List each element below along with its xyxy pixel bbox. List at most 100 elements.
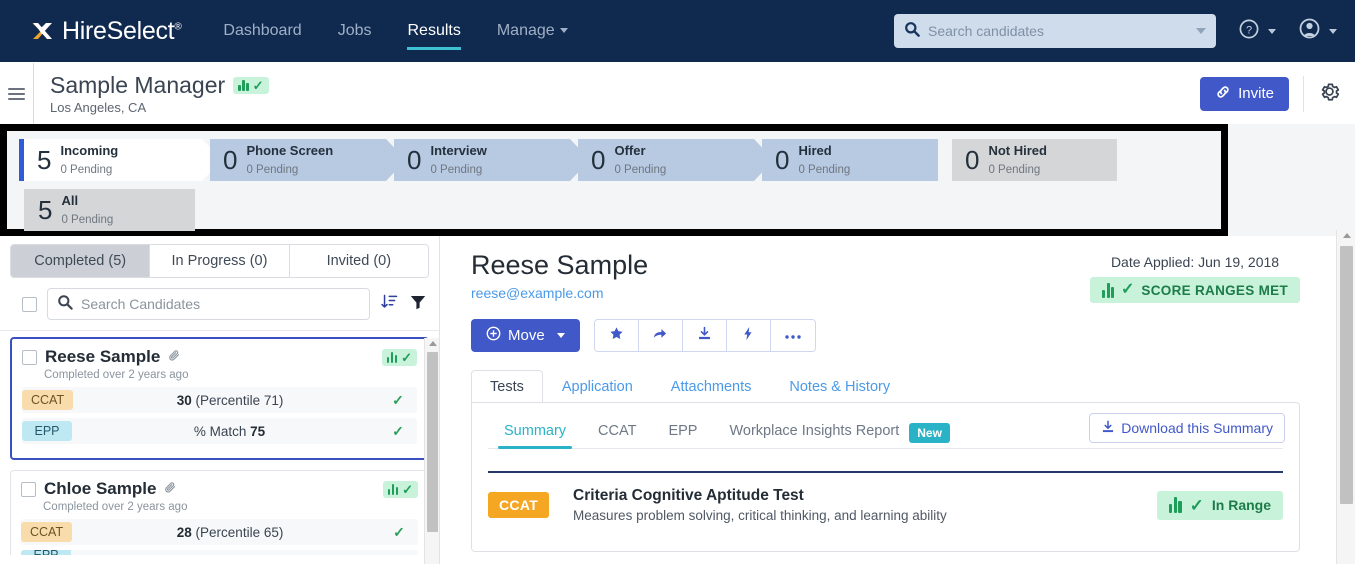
- quick-action-button[interactable]: [726, 320, 771, 351]
- brand-logo-area[interactable]: HireSelect®: [28, 17, 182, 46]
- select-all-checkbox[interactable]: [22, 296, 37, 312]
- job-meta: Sample Manager ✓ Los Angeles, CA: [50, 72, 269, 115]
- detail-tabs: Tests Application Attachments Notes & Hi…: [471, 370, 1300, 403]
- detail-candidate-name: Reese Sample: [471, 250, 649, 280]
- test-tag-ccat: CCAT: [21, 522, 73, 542]
- subtab-workplace-insights-report[interactable]: Workplace Insights Report: [713, 417, 915, 449]
- in-range-label: In Range: [1211, 497, 1271, 513]
- settings-button[interactable]: [1318, 80, 1341, 108]
- candidate-list-panel: Completed (5) In Progress (0) Invited (0…: [0, 236, 440, 564]
- tab-tests[interactable]: Tests: [471, 370, 543, 403]
- page-title: Sample Manager: [50, 72, 226, 98]
- chevron-down-icon: [559, 28, 568, 34]
- nav-link-dashboard[interactable]: Dashboard: [223, 18, 301, 44]
- stage-pending: 0 Pending: [60, 164, 113, 176]
- download-summary-button[interactable]: Download this Summary: [1089, 413, 1285, 443]
- tab-attachments[interactable]: Attachments: [652, 370, 771, 403]
- scrollbar-thumb[interactable]: [1340, 246, 1353, 504]
- tab-notes-history[interactable]: Notes & History: [770, 370, 909, 403]
- stage-pending: 0 Pending: [430, 164, 483, 176]
- candidate-list: Reese Sample ✓ Completed over 2 years ag…: [0, 331, 439, 555]
- sort-button[interactable]: [380, 292, 399, 316]
- stage-pending: 0 Pending: [798, 164, 851, 176]
- candidate-search-box[interactable]: [47, 288, 370, 320]
- candidate-completed-time: Completed over 2 years ago: [43, 501, 188, 513]
- candidate-card-chloe-sample[interactable]: Chloe Sample ✓ Completed over 2 years ag…: [10, 470, 429, 555]
- invite-button-label: Invite: [1238, 85, 1274, 102]
- divider: [1303, 75, 1304, 112]
- chevron-down-icon: [1268, 28, 1276, 34]
- scrollbar-thumb[interactable]: [427, 352, 438, 532]
- move-button-label: Move: [508, 327, 545, 344]
- check-glyph: ✓: [252, 78, 264, 93]
- score-value: % Match 75: [72, 424, 387, 439]
- tab-invited[interactable]: Invited (0): [289, 245, 428, 277]
- stage-count: 0: [407, 145, 422, 175]
- paperclip-icon: [164, 481, 177, 497]
- pipeline-stage-hired[interactable]: 0 Hired 0 Pending: [762, 139, 938, 181]
- score-percentile: (Percentile 65): [191, 524, 284, 540]
- bar-chart-glyph: [1102, 282, 1115, 298]
- candidate-list-scrollbar[interactable]: [424, 338, 439, 564]
- tab-application[interactable]: Application: [543, 370, 652, 403]
- subheader-actions: Invite: [1200, 75, 1341, 112]
- nav-link-manage-label: Manage: [496, 22, 555, 39]
- stage-label: Interview: [430, 142, 487, 158]
- pipeline-stage-not-hired[interactable]: 0 Not Hired 0 Pending: [952, 139, 1117, 181]
- detail-icon-button-group: [593, 319, 816, 352]
- test-description: Measures problem solving, critical think…: [573, 508, 947, 523]
- pipeline-stage-interview[interactable]: 0 Interview 0 Pending: [394, 139, 590, 181]
- pipeline-stage-phone-screen[interactable]: 0 Phone Screen 0 Pending: [210, 139, 406, 181]
- candidate-search-input[interactable]: [81, 296, 360, 312]
- pipeline-stage-incoming[interactable]: 5 Incoming 0 Pending: [19, 139, 222, 181]
- section-divider: [488, 471, 1283, 473]
- more-options-button[interactable]: [770, 320, 815, 351]
- svg-text:?: ?: [1246, 24, 1252, 36]
- chevron-down-icon: [1329, 28, 1337, 34]
- candidate-checkbox[interactable]: [22, 349, 37, 365]
- page-scrollbar[interactable]: [1336, 230, 1355, 564]
- subtab-ccat[interactable]: CCAT: [582, 417, 652, 449]
- tab-completed[interactable]: Completed (5): [11, 245, 151, 277]
- candidate-card-reese-sample[interactable]: Reese Sample ✓ Completed over 2 years ag…: [10, 337, 429, 460]
- stage-label: Not Hired: [988, 142, 1047, 158]
- top-nav-right-group: ?: [894, 14, 1337, 48]
- pipeline-highlight-box: 5 Incoming 0 Pending 0 Phone Screen 0 Pe…: [0, 124, 1228, 236]
- scroll-up-arrow-icon[interactable]: [1343, 233, 1351, 238]
- help-menu-button[interactable]: ?: [1238, 18, 1276, 45]
- filter-button[interactable]: [409, 293, 427, 316]
- scroll-up-arrow-icon[interactable]: [429, 341, 437, 346]
- share-button[interactable]: [638, 320, 683, 351]
- subtab-summary[interactable]: Summary: [488, 417, 582, 449]
- bar-chart-glyph: [387, 483, 399, 495]
- primary-nav-links: Dashboard Jobs Results Manage: [223, 0, 568, 62]
- check-glyph: ✓: [402, 481, 413, 497]
- tab-in-progress[interactable]: In Progress (0): [150, 245, 290, 277]
- search-dropdown-caret-icon[interactable]: [1196, 28, 1206, 34]
- sort-descending-icon: [380, 292, 399, 316]
- stage-count: 0: [775, 145, 790, 175]
- nav-link-results[interactable]: Results: [407, 18, 462, 50]
- account-menu-button[interactable]: [1298, 17, 1337, 45]
- move-button[interactable]: Move: [471, 319, 580, 352]
- favorite-star-button[interactable]: [594, 320, 639, 351]
- nav-link-jobs[interactable]: Jobs: [338, 18, 372, 44]
- job-subheader: Sample Manager ✓ Los Angeles, CA Invite: [0, 62, 1355, 126]
- download-summary-label: Download this Summary: [1121, 420, 1273, 436]
- download-button[interactable]: [682, 320, 727, 351]
- funnel-filter-icon: [409, 293, 427, 316]
- global-search-input[interactable]: [928, 23, 1190, 39]
- detail-candidate-email[interactable]: reese@example.com: [471, 285, 648, 301]
- pipeline-stage-offer[interactable]: 0 Offer 0 Pending: [578, 139, 774, 181]
- candidate-checkbox[interactable]: [21, 481, 36, 497]
- nav-link-manage[interactable]: Manage: [497, 18, 568, 44]
- score-bars-check-icon: ✓: [233, 77, 269, 94]
- sidebar-toggle-button[interactable]: [0, 62, 34, 125]
- global-search-box[interactable]: [894, 14, 1216, 48]
- pipeline-stage-all[interactable]: 5 All 0 Pending: [24, 189, 195, 231]
- test-tag-epp: EPP: [21, 550, 71, 555]
- paperclip-icon: [168, 349, 181, 365]
- search-icon: [57, 294, 73, 315]
- subtab-epp[interactable]: EPP: [652, 417, 713, 449]
- invite-button[interactable]: Invite: [1200, 76, 1289, 111]
